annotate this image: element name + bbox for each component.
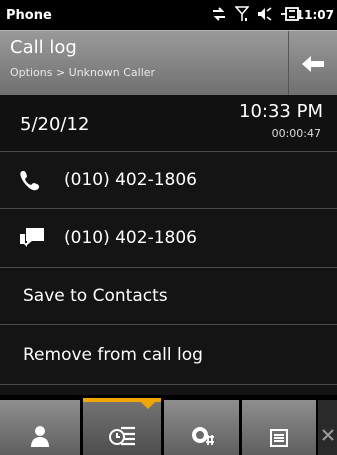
status-time: 11:07 [295,8,334,22]
tab-call-log[interactable] [83,398,161,455]
save-to-contacts-label: Save to Contacts [23,286,168,306]
call-log-icon [108,425,136,447]
call-number-item[interactable]: (010) 402-1806 [0,152,337,209]
page-title: Call log [10,37,77,58]
data-transfer-icon [211,7,227,21]
header: Call log Options > Unknown Caller [0,30,337,96]
text-number-label: (010) 402-1806 [64,228,197,248]
call-time: 10:33 PM [239,101,323,122]
call-date: 5/20/12 [20,114,90,135]
signal-icon [235,6,249,22]
message-icon [18,226,64,250]
tab-contacts[interactable] [0,400,80,455]
close-button[interactable] [318,400,337,455]
tab-dialpad[interactable] [164,400,239,455]
active-tab-indicator [141,402,155,409]
call-number-label: (010) 402-1806 [64,170,197,190]
call-details: 5/20/12 10:33 PM 00:00:47 [0,95,337,152]
status-icons [211,6,299,22]
back-button[interactable] [288,31,337,96]
contacts-icon [30,425,50,447]
phone-icon [18,168,64,192]
remove-from-call-log-item[interactable]: Remove from call log [0,325,337,385]
text-number-item[interactable]: (010) 402-1806 [0,209,337,268]
call-duration: 00:00:47 [271,127,321,140]
save-to-contacts-item[interactable]: Save to Contacts [0,268,337,325]
status-bar: Phone 11:07 [0,0,337,30]
back-arrow-icon [302,55,324,73]
tab-menu[interactable] [242,400,316,455]
app-name: Phone [6,7,52,23]
menu-icon [270,429,288,447]
dialpad-icon [190,425,214,447]
bottom-toolbar [0,395,337,455]
volume-icon [257,6,273,22]
remove-from-call-log-label: Remove from call log [23,344,203,365]
breadcrumb: Options > Unknown Caller [10,66,156,79]
close-icon [321,429,334,441]
